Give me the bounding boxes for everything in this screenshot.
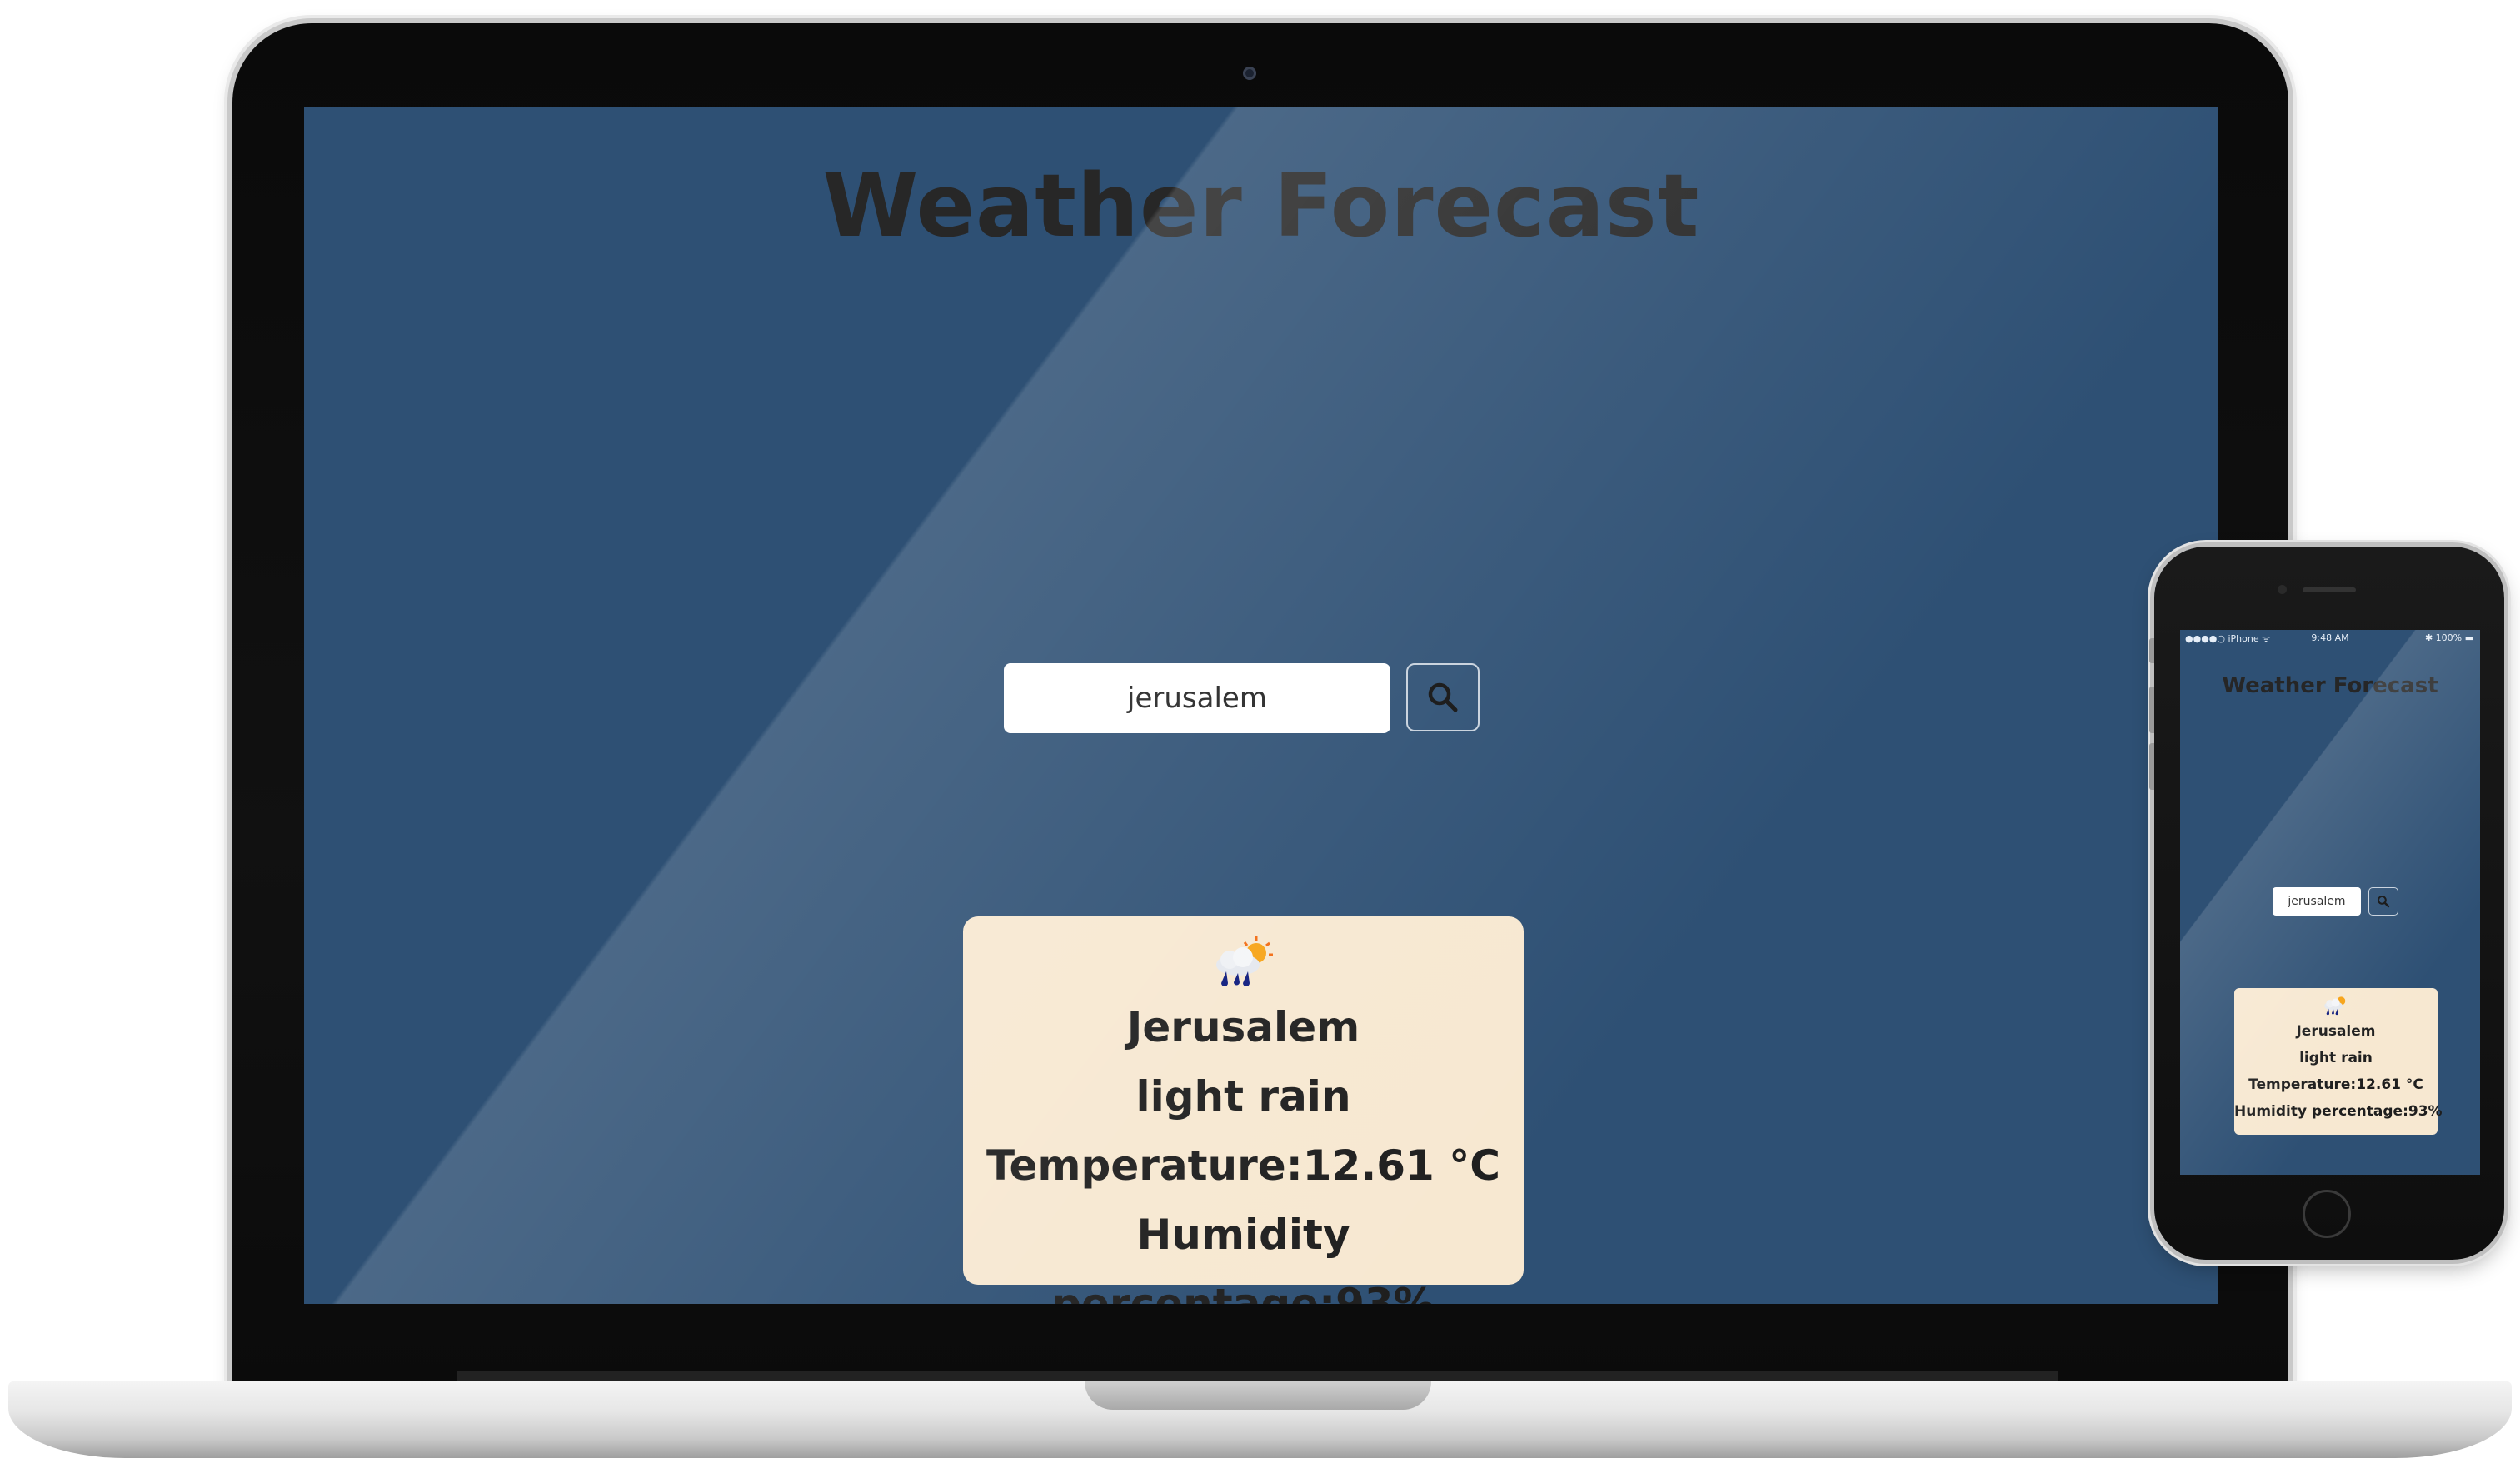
phone-page-title: Weather Forecast [2222,673,2438,698]
city-name: Jerusalem [1126,1003,1360,1051]
phone-frame: ●●●●○ iPhone ᯤ 9:48 AM ✱ 100% ▬ Weather … [2149,547,2504,1260]
phone-search-input[interactable]: jerusalem [2273,887,2361,916]
phone-status-bar: ●●●●○ iPhone ᯤ 9:48 AM ✱ 100% ▬ [2180,630,2480,647]
laptop-frame: Weather Forecast jerusalem Jerusalem lig… [232,23,2288,1390]
phone-home-button[interactable] [2303,1190,2351,1238]
phone-volume-up [2149,687,2154,733]
phone-humidity-text: Humidity percentage:93% [2234,1103,2443,1120]
page-title: Weather Forecast [822,155,1700,257]
laptop-notch [1085,1381,1431,1410]
phone-weather-description: light rain [2299,1050,2373,1066]
weather-description: light rain [1135,1072,1351,1121]
rain-cloud-sun-icon [2324,996,2346,1016]
search-icon [1428,682,1458,712]
phone-temperature-text: Temperature:12.61 °C [2248,1076,2423,1093]
weather-card: Jerusalem light rain Temperature:12.61 °… [963,916,1524,1304]
phone-city-name: Jerusalem [2296,1023,2376,1040]
temperature-text: Temperature:12.61 °C [986,1141,1500,1190]
laptop-hinge [457,1371,2058,1382]
phone-mute-switch [2149,638,2154,663]
phone-screen: ●●●●○ iPhone ᯤ 9:48 AM ✱ 100% ▬ Weather … [2180,630,2480,1175]
search-input[interactable]: jerusalem [1004,663,1390,733]
laptop-screen: Weather Forecast jerusalem Jerusalem lig… [304,107,2218,1304]
laptop-camera [1243,67,1256,80]
phone-camera [2278,585,2287,594]
search-icon [2378,896,2390,908]
rain-cloud-sun-icon [1215,936,1273,986]
phone-speaker [2303,587,2356,592]
humidity-text: Humidity percentage:93% [1051,1211,1435,1304]
phone-search-button[interactable] [2368,887,2398,916]
search-button[interactable] [1406,663,1480,731]
status-battery: ✱ 100% ▬ [2424,632,2473,643]
phone-volume-down [2149,743,2154,790]
phone-weather-card: Jerusalem light rain Temperature:12.61 °… [2234,988,2443,1135]
